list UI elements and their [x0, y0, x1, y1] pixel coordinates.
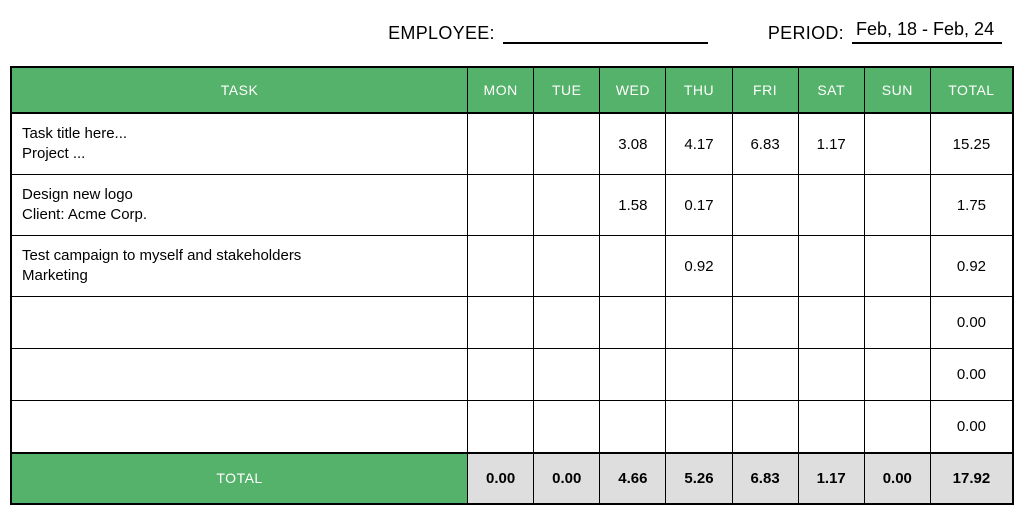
hours-cell[interactable]	[732, 349, 798, 401]
hours-cell[interactable]: 0.17	[666, 175, 732, 236]
hours-cell[interactable]	[534, 349, 600, 401]
col-wed: WED	[600, 67, 666, 113]
task-title: Task title here...	[22, 124, 457, 144]
hours-cell[interactable]	[864, 175, 930, 236]
hours-cell[interactable]	[534, 401, 600, 453]
footer-sun: 0.00	[864, 453, 930, 504]
task-subtitle: Project ...	[22, 144, 457, 164]
task-cell[interactable]	[11, 349, 468, 401]
employee-value[interactable]	[503, 40, 708, 44]
col-total: TOTAL	[930, 67, 1013, 113]
col-thu: THU	[666, 67, 732, 113]
hours-cell[interactable]	[864, 297, 930, 349]
col-fri: FRI	[732, 67, 798, 113]
hours-cell[interactable]	[600, 236, 666, 297]
hours-cell[interactable]	[732, 236, 798, 297]
col-tue: TUE	[534, 67, 600, 113]
hours-cell[interactable]: 6.83	[732, 113, 798, 175]
period-field: PERIOD: Feb, 18 - Feb, 24	[768, 18, 1002, 44]
footer-fri: 6.83	[732, 453, 798, 504]
hours-cell[interactable]	[666, 349, 732, 401]
period-label: PERIOD:	[768, 23, 844, 44]
table-header-row: TASK MON TUE WED THU FRI SAT SUN TOTAL	[11, 67, 1013, 113]
hours-cell[interactable]	[798, 401, 864, 453]
hours-cell[interactable]	[798, 349, 864, 401]
hours-cell[interactable]	[468, 297, 534, 349]
col-sat: SAT	[798, 67, 864, 113]
footer-grand-total: 17.92	[930, 453, 1013, 504]
task-cell[interactable]	[11, 401, 468, 453]
hours-cell[interactable]	[798, 236, 864, 297]
period-value[interactable]: Feb, 18 - Feb, 24	[852, 18, 1002, 44]
hours-cell[interactable]	[732, 297, 798, 349]
hours-cell[interactable]	[468, 113, 534, 175]
table-row: Test campaign to myself and stakeholders…	[11, 236, 1013, 297]
hours-cell[interactable]	[468, 175, 534, 236]
hours-cell[interactable]	[864, 401, 930, 453]
task-title: Test campaign to myself and stakeholders	[22, 246, 457, 266]
row-total: 0.92	[930, 236, 1013, 297]
hours-cell[interactable]: 1.17	[798, 113, 864, 175]
hours-cell[interactable]	[798, 175, 864, 236]
row-total: 1.75	[930, 175, 1013, 236]
footer-mon: 0.00	[468, 453, 534, 504]
table-row: Design new logoClient: Acme Corp. 1.580.1…	[11, 175, 1013, 236]
hours-cell[interactable]	[534, 175, 600, 236]
hours-cell[interactable]: 0.92	[666, 236, 732, 297]
table-row: 0.00	[11, 297, 1013, 349]
table-row: 0.00	[11, 401, 1013, 453]
hours-cell[interactable]	[534, 297, 600, 349]
task-subtitle: Marketing	[22, 266, 457, 286]
row-total: 0.00	[930, 401, 1013, 453]
employee-field: EMPLOYEE:	[388, 23, 708, 44]
hours-cell[interactable]	[600, 401, 666, 453]
hours-cell[interactable]	[468, 401, 534, 453]
row-total: 0.00	[930, 297, 1013, 349]
hours-cell[interactable]: 3.08	[600, 113, 666, 175]
hours-cell[interactable]	[666, 297, 732, 349]
hours-cell[interactable]	[600, 297, 666, 349]
table-row: 0.00	[11, 349, 1013, 401]
hours-cell[interactable]	[600, 349, 666, 401]
task-cell[interactable]: Test campaign to myself and stakeholders…	[11, 236, 468, 297]
footer-thu: 5.26	[666, 453, 732, 504]
col-sun: SUN	[864, 67, 930, 113]
task-title: Design new logo	[22, 185, 457, 205]
row-total: 15.25	[930, 113, 1013, 175]
hours-cell[interactable]	[468, 349, 534, 401]
hours-cell[interactable]	[468, 236, 534, 297]
footer-label: TOTAL	[11, 453, 468, 504]
footer-wed: 4.66	[600, 453, 666, 504]
task-subtitle: Client: Acme Corp.	[22, 205, 457, 225]
header-fields: EMPLOYEE: PERIOD: Feb, 18 - Feb, 24	[10, 18, 1014, 66]
employee-label: EMPLOYEE:	[388, 23, 495, 44]
hours-cell[interactable]	[864, 113, 930, 175]
hours-cell[interactable]	[864, 349, 930, 401]
hours-cell[interactable]: 1.58	[600, 175, 666, 236]
task-cell[interactable]: Design new logoClient: Acme Corp.	[11, 175, 468, 236]
footer-sat: 1.17	[798, 453, 864, 504]
hours-cell[interactable]	[534, 113, 600, 175]
hours-cell[interactable]	[534, 236, 600, 297]
hours-cell[interactable]: 4.17	[666, 113, 732, 175]
table-footer-row: TOTAL 0.00 0.00 4.66 5.26 6.83 1.17 0.00…	[11, 453, 1013, 504]
task-cell[interactable]	[11, 297, 468, 349]
hours-cell[interactable]	[666, 401, 732, 453]
table-row: Task title here...Project ... 3.084.176.8…	[11, 113, 1013, 175]
hours-cell[interactable]	[864, 236, 930, 297]
hours-cell[interactable]	[798, 297, 864, 349]
hours-cell[interactable]	[732, 401, 798, 453]
row-total: 0.00	[930, 349, 1013, 401]
timesheet-table: TASK MON TUE WED THU FRI SAT SUN TOTAL T…	[10, 66, 1014, 505]
hours-cell[interactable]	[732, 175, 798, 236]
footer-tue: 0.00	[534, 453, 600, 504]
task-cell[interactable]: Task title here...Project ...	[11, 113, 468, 175]
col-task: TASK	[11, 67, 468, 113]
col-mon: MON	[468, 67, 534, 113]
